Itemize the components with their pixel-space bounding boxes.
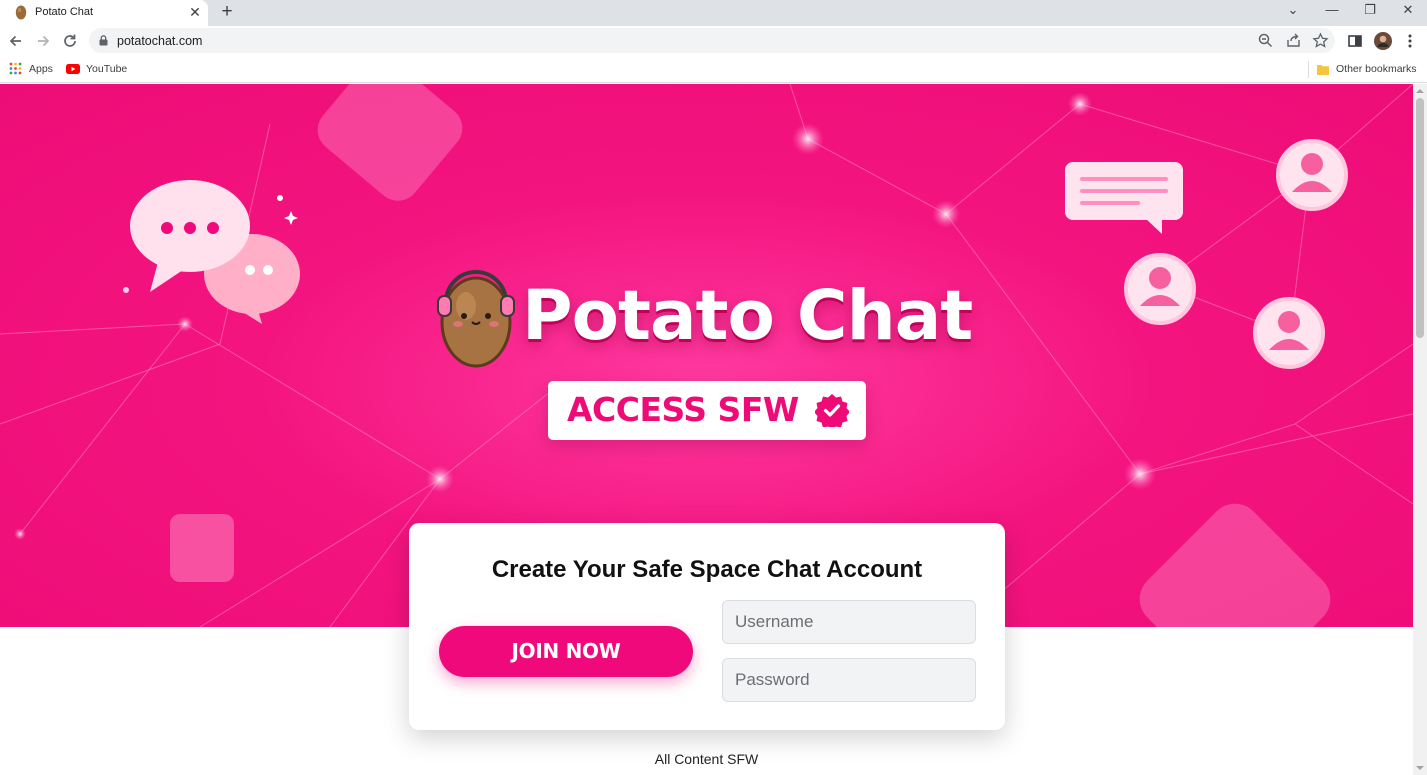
badge-text: ACCESS SFW (567, 390, 799, 429)
browser-toolbar: potatochat.com (0, 26, 1427, 56)
apps-grid-icon (9, 62, 22, 75)
address-bar[interactable]: potatochat.com (89, 28, 1335, 53)
tab-close-icon[interactable]: ✕ (188, 3, 202, 21)
potato-mascot-icon (437, 270, 515, 368)
reload-icon[interactable] (60, 31, 80, 51)
bookmarks-bar: Apps YouTube Other bookmarks (0, 56, 1427, 83)
tab-title: Potato Chat (35, 6, 94, 18)
potato-favicon-icon (15, 5, 27, 20)
tab-strip: Potato Chat ✕ + ⌄ — ❐ ✕ (0, 0, 1427, 26)
signup-card: Create Your Safe Space Chat Account JOIN… (409, 523, 1005, 730)
signup-title: Create Your Safe Space Chat Account (491, 556, 923, 583)
password-input[interactable] (722, 658, 976, 702)
speech-bubbles-graphic (123, 180, 300, 324)
message-card-graphic (1065, 162, 1183, 234)
profile-avatar-icon[interactable] (1373, 31, 1393, 51)
brand-title: Potato Chat (522, 276, 973, 356)
youtube-icon (66, 64, 80, 74)
forward-arrow-icon[interactable] (33, 31, 53, 51)
other-bookmarks[interactable]: Other bookmarks (1317, 61, 1419, 77)
url-text[interactable]: potatochat.com (117, 34, 202, 48)
scroll-up-icon[interactable] (1416, 87, 1424, 95)
bookmark-apps[interactable]: Apps (9, 61, 59, 77)
username-input[interactable] (722, 600, 976, 644)
new-tab-button[interactable]: + (217, 1, 237, 23)
tab-potato-chat[interactable]: Potato Chat ✕ (0, 0, 208, 26)
bookmark-youtube-label: YouTube (86, 63, 128, 75)
lock-icon[interactable] (99, 35, 108, 46)
bookmarks-divider (1308, 61, 1309, 78)
close-window-button[interactable]: ✕ (1389, 0, 1427, 22)
other-bookmarks-label: Other bookmarks (1336, 63, 1417, 75)
zoom-icon[interactable] (1257, 32, 1274, 49)
access-sfw-badge: ACCESS SFW (548, 381, 866, 440)
footer-note: All Content SFW (654, 751, 759, 767)
side-panel-icon[interactable] (1345, 31, 1365, 51)
restore-button[interactable]: ❐ (1351, 0, 1389, 22)
page-scrollbar[interactable] (1413, 84, 1427, 775)
folder-icon (1317, 65, 1329, 75)
minimize-button[interactable]: — (1313, 0, 1351, 22)
join-now-button[interactable]: JOIN NOW (439, 626, 693, 677)
page-viewport: Potato Chat ACCESS SFW Create Your Safe … (0, 84, 1413, 775)
bookmark-youtube[interactable]: YouTube (66, 61, 136, 77)
share-icon[interactable] (1285, 32, 1302, 49)
scroll-down-icon[interactable] (1416, 764, 1424, 772)
bookmark-star-icon[interactable] (1312, 32, 1329, 49)
back-arrow-icon[interactable] (6, 31, 26, 51)
bookmark-apps-label: Apps (29, 63, 53, 75)
menu-dots-icon[interactable] (1400, 31, 1420, 51)
verified-check-icon (815, 394, 849, 427)
scrollbar-thumb[interactable] (1416, 98, 1424, 338)
tab-search-icon[interactable]: ⌄ (1274, 0, 1312, 22)
